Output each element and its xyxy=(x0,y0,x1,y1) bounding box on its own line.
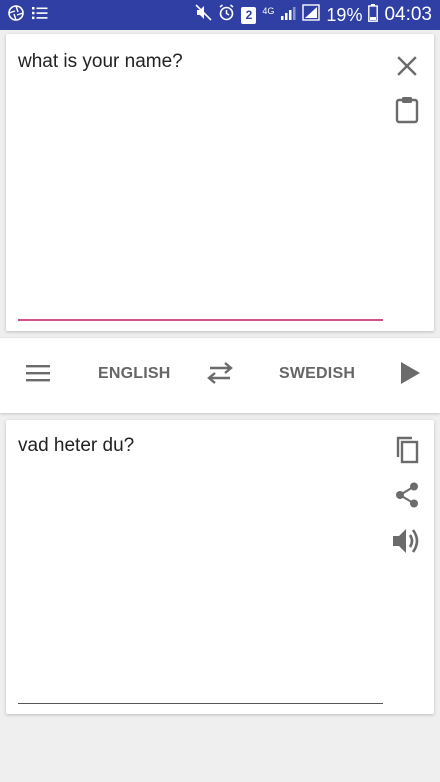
source-input-underline xyxy=(18,319,383,321)
sim-badge: 2 xyxy=(245,8,253,22)
signal-icon xyxy=(280,5,296,26)
close-icon xyxy=(396,55,418,82)
play-icon xyxy=(399,361,421,390)
signal-icon xyxy=(302,4,321,26)
sim-icon: 2 xyxy=(241,6,257,24)
swap-languages-button[interactable] xyxy=(202,357,238,393)
share-button[interactable] xyxy=(389,479,425,515)
network-type-label: 4G xyxy=(262,5,275,16)
alarm-icon xyxy=(218,4,235,26)
translate-button[interactable] xyxy=(392,357,428,393)
result-underline xyxy=(18,703,383,704)
copy-icon xyxy=(395,436,419,469)
status-bar: 2 4G 19% 04:03 xyxy=(0,0,440,30)
source-language-selector[interactable]: ENGLISH xyxy=(98,365,171,383)
share-icon xyxy=(395,482,419,513)
list-icon xyxy=(32,6,48,25)
translation-text: vad heter du? xyxy=(18,435,135,456)
paste-button[interactable] xyxy=(389,94,425,130)
source-text-input[interactable]: what is your name? xyxy=(18,50,378,74)
status-left-group xyxy=(8,4,48,26)
battery-icon xyxy=(368,3,379,27)
menu-button[interactable] xyxy=(20,357,56,393)
translation-result-card: vad heter du? xyxy=(6,420,434,714)
mute-icon xyxy=(195,4,212,26)
menu-icon xyxy=(26,364,50,387)
language-bar: ENGLISH SWEDISH xyxy=(0,338,440,413)
clipboard-icon xyxy=(395,96,419,129)
aperture-icon xyxy=(8,4,24,26)
source-input-card: what is your name? xyxy=(6,34,434,331)
status-right-group: 2 4G 19% 04:03 xyxy=(195,3,432,27)
volume-icon xyxy=(392,527,422,560)
copy-button[interactable] xyxy=(389,434,425,470)
battery-percent: 19% xyxy=(326,4,363,25)
clock-time: 04:03 xyxy=(384,4,432,25)
speak-button[interactable] xyxy=(389,525,425,561)
target-language-selector[interactable]: SWEDISH xyxy=(279,365,355,383)
clear-button[interactable] xyxy=(389,50,425,86)
swap-icon xyxy=(206,361,234,389)
